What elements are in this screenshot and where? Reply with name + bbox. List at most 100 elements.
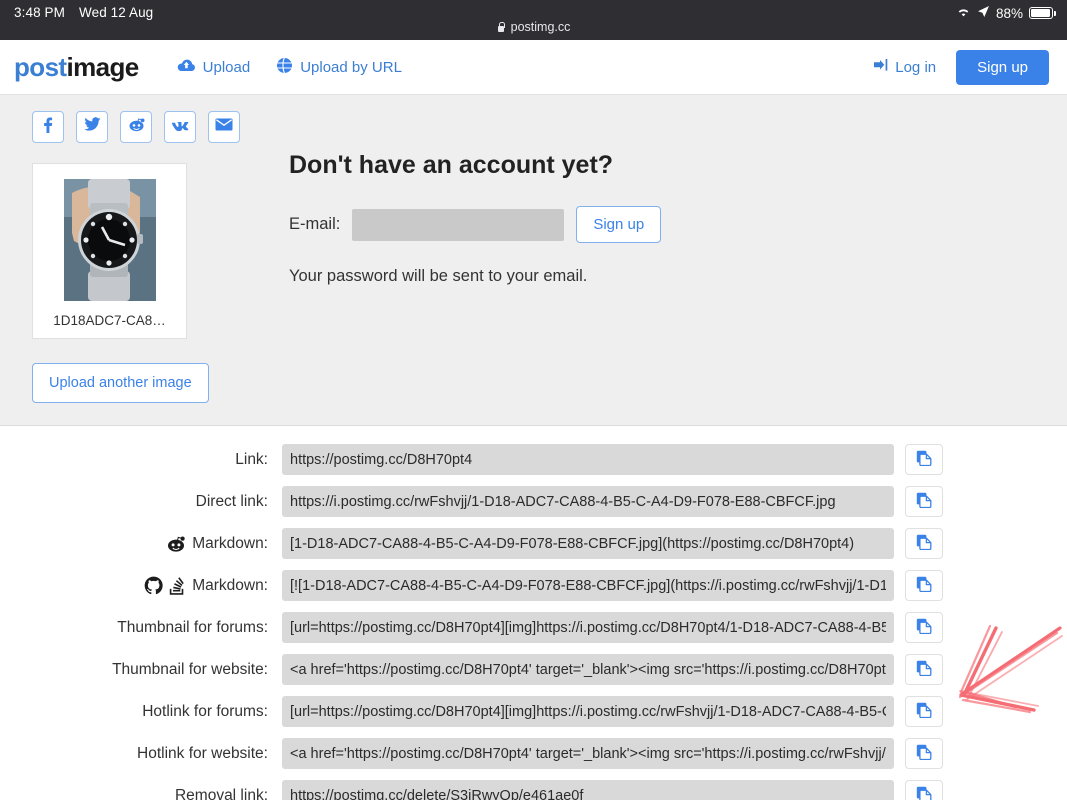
status-bar-time: 3:48 PM [14,5,65,20]
link-label-hotlink-website: Hotlink for website: [0,745,282,763]
header-actions: Log in Sign up [874,50,1049,85]
link-field-removal-link[interactable] [282,780,894,800]
upload-result-panel: 1D18ADC7-CA8… Upload another image Don't… [0,95,1067,426]
copy-button-thumbnail-forums[interactable] [905,612,943,643]
uploaded-image-card[interactable]: 1D18ADC7-CA8… [32,163,187,339]
facebook-icon [40,117,56,138]
sign-in-icon [874,58,889,76]
browser-address-display[interactable]: postimg.cc [0,20,1067,34]
link-label-text: Thumbnail for forums: [117,619,268,637]
copy-icon [916,450,932,469]
copy-button-direct-link[interactable] [905,486,943,517]
status-bar-date: Wed 12 Aug [79,5,153,20]
link-label-reddit-markdown: Markdown: [0,535,282,553]
link-field-github-markdown[interactable] [282,570,894,601]
battery-percent-label: 88% [996,6,1023,21]
status-bar-right: 88% [956,5,1053,21]
site-header: postimage Upload Upload by URL Log in Si… [0,40,1067,95]
link-row-github-markdown: Markdown: [0,570,1067,601]
copy-icon [916,576,932,595]
link-label-text: Removal link: [175,787,268,800]
signup-email-row: E-mail: Sign up [289,206,661,243]
link-field-hotlink-website[interactable] [282,738,894,769]
share-button-email[interactable] [208,111,240,143]
signup-button-promo[interactable]: Sign up [576,206,661,243]
reddit-icon [167,536,186,552]
postimage-logo[interactable]: postimage [14,52,139,83]
link-label-link: Link: [0,451,282,469]
copy-button-removal-link[interactable] [905,780,943,800]
signup-button-header[interactable]: Sign up [956,50,1049,85]
share-button-reddit[interactable] [120,111,152,143]
status-bar-left: 3:48 PM Wed 12 Aug [14,5,153,20]
copy-icon [916,534,932,553]
link-row-reddit-markdown: Markdown: [0,528,1067,559]
link-field-reddit-markdown[interactable] [282,528,894,559]
link-label-text: Markdown: [192,577,268,595]
logo-text-second: image [66,52,138,82]
cloud-upload-icon [177,58,196,77]
nav-upload-by-url[interactable]: Upload by URL [276,57,402,78]
lock-icon [497,22,506,33]
share-links-section: Link: Direct link: Markdown: [0,426,1067,800]
copy-button-link[interactable] [905,444,943,475]
link-row-link: Link: [0,444,1067,475]
uploaded-image-filename: 1D18ADC7-CA8… [41,313,178,328]
share-button-vk[interactable] [164,111,196,143]
link-field-hotlink-forums[interactable] [282,696,894,727]
link-row-thumbnail-forums: Thumbnail for forums: [0,612,1067,643]
share-button-twitter[interactable] [76,111,108,143]
nav-upload[interactable]: Upload [177,58,251,77]
link-label-text: Link: [235,451,268,469]
login-link[interactable]: Log in [874,58,936,76]
copy-button-hotlink-website[interactable] [905,738,943,769]
link-row-thumbnail-website: Thumbnail for website: [0,654,1067,685]
link-row-direct-link: Direct link: [0,486,1067,517]
primary-nav: Upload Upload by URL [177,57,402,78]
wifi-icon [956,6,971,21]
copy-button-reddit-markdown[interactable] [905,528,943,559]
link-label-text: Direct link: [196,493,268,511]
copy-button-thumbnail-website[interactable] [905,654,943,685]
login-label: Log in [895,59,936,76]
copy-button-hotlink-forums[interactable] [905,696,943,727]
nav-upload-by-url-label: Upload by URL [300,59,402,76]
address-text: postimg.cc [511,20,571,34]
github-icon [144,576,163,595]
signup-promo-column: Don't have an account yet? E-mail: Sign … [275,111,661,403]
copy-button-github-markdown[interactable] [905,570,943,601]
nav-upload-label: Upload [203,59,251,76]
wrist-watch-photo [64,179,156,301]
link-field-link[interactable] [282,444,894,475]
left-column: 1D18ADC7-CA8… Upload another image [0,111,275,403]
link-label-text: Hotlink for website: [137,745,268,763]
uploaded-image-thumbnail[interactable] [64,179,156,301]
password-note: Your password will be sent to your email… [289,267,661,286]
email-input[interactable] [352,209,564,241]
link-label-direct-link: Direct link: [0,493,282,511]
signup-promo-title: Don't have an account yet? [289,151,661,180]
copy-icon [916,786,932,800]
link-field-thumbnail-forums[interactable] [282,612,894,643]
link-label-text: Markdown: [192,535,268,553]
link-field-direct-link[interactable] [282,486,894,517]
copy-icon [916,660,932,679]
link-label-removal-link: Removal link: [0,787,282,800]
link-label-hotlink-forums: Hotlink for forums: [0,703,282,721]
upload-another-image-button[interactable]: Upload another image [32,363,209,403]
link-label-thumbnail-forums: Thumbnail for forums: [0,619,282,637]
location-arrow-icon [977,5,990,21]
link-label-text: Hotlink for forums: [142,703,268,721]
link-field-thumbnail-website[interactable] [282,654,894,685]
share-button-facebook[interactable] [32,111,64,143]
copy-icon [916,492,932,511]
link-label-thumbnail-website: Thumbnail for website: [0,661,282,679]
link-label-text: Thumbnail for website: [112,661,268,679]
envelope-icon [215,118,233,136]
social-share-buttons [32,111,275,143]
copy-icon [916,744,932,763]
stackoverflow-icon [169,577,186,595]
logo-text-first: post [14,52,66,82]
email-label: E-mail: [289,215,340,234]
link-label-github-markdown: Markdown: [0,576,282,595]
